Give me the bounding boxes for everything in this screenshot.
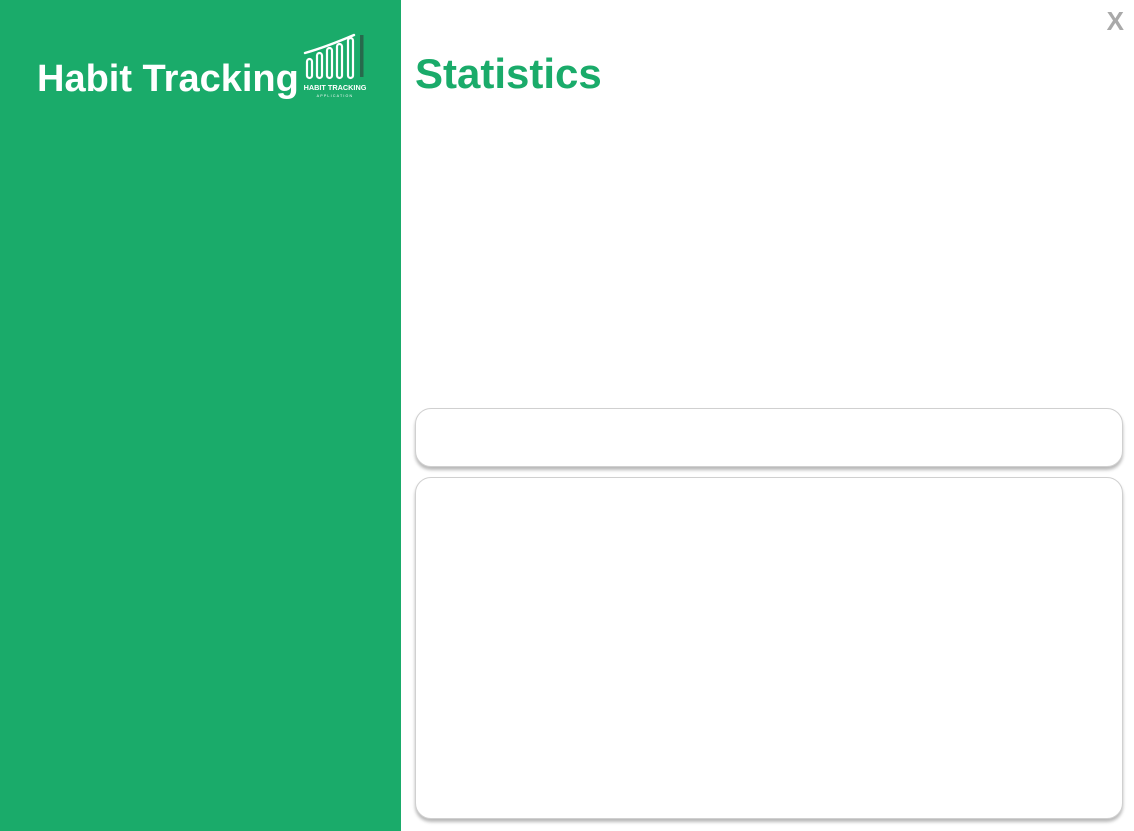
logo-subtext: APPLICATION	[317, 94, 354, 98]
app-title: Habit Tracking	[37, 58, 299, 100]
statistics-panel	[415, 477, 1123, 819]
close-button[interactable]: X	[1107, 6, 1124, 36]
summary-card	[415, 408, 1123, 467]
logo-text: HABIT TRACKING	[304, 83, 367, 92]
page-title: Statistics	[415, 50, 602, 97]
sidebar: Habit Tracking HABIT TRACKING APPLICATIO…	[0, 0, 401, 831]
app-logo-icon: HABIT TRACKING APPLICATION	[304, 33, 367, 98]
